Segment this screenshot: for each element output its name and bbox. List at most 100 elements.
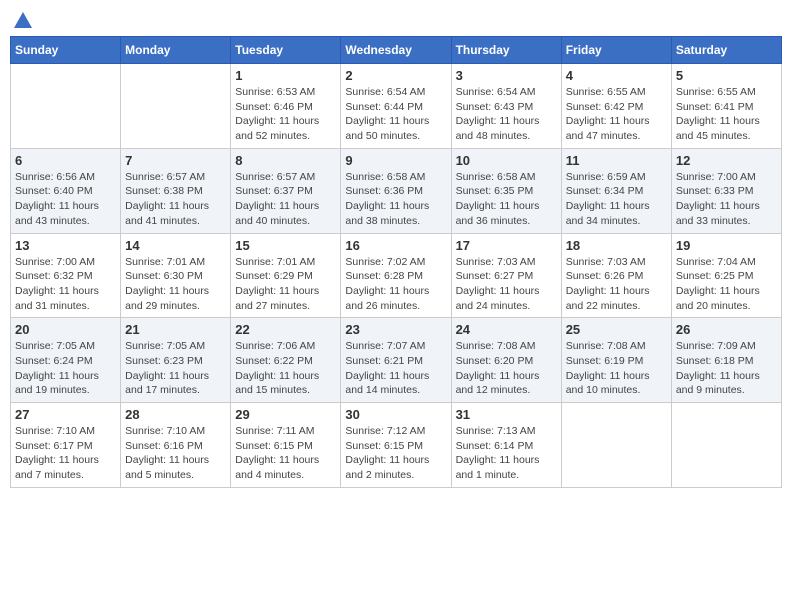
day-number: 9 xyxy=(345,153,446,168)
calendar-cell: 11 Sunrise: 6:59 AM Sunset: 6:34 PM Dayli… xyxy=(561,148,671,233)
calendar-cell: 10Sunrise: 6:58 AM Sunset: 6:35 PM Dayli… xyxy=(451,148,561,233)
calendar-cell: 1 Sunrise: 6:53 AM Sunset: 6:46 PM Daylig… xyxy=(231,64,341,149)
calendar-week-5: 27 Sunrise: 7:10 AM Sunset: 6:17 PM Dayli… xyxy=(11,403,782,488)
day-info: Sunrise: 7:00 AM Sunset: 6:32 PM Dayligh… xyxy=(15,255,116,314)
calendar-cell: 16 Sunrise: 7:02 AM Sunset: 6:28 PM Dayli… xyxy=(341,233,451,318)
day-number: 7 xyxy=(125,153,226,168)
calendar-cell: 9 Sunrise: 6:58 AM Sunset: 6:36 PM Daylig… xyxy=(341,148,451,233)
calendar-cell xyxy=(11,64,121,149)
logo xyxy=(10,10,34,28)
calendar-cell: 14 Sunrise: 7:01 AM Sunset: 6:30 PM Dayli… xyxy=(121,233,231,318)
day-info: Sunrise: 7:01 AM Sunset: 6:30 PM Dayligh… xyxy=(125,255,226,314)
day-info: Sunrise: 7:10 AM Sunset: 6:17 PM Dayligh… xyxy=(15,424,116,483)
day-info: Sunrise: 7:02 AM Sunset: 6:28 PM Dayligh… xyxy=(345,255,446,314)
calendar-cell: 17 Sunrise: 7:03 AM Sunset: 6:27 PM Dayli… xyxy=(451,233,561,318)
day-info: Sunrise: 6:57 AM Sunset: 6:37 PM Dayligh… xyxy=(235,170,336,229)
day-info: Sunrise: 6:55 AM Sunset: 6:42 PM Dayligh… xyxy=(566,85,667,144)
calendar-header-thursday: Thursday xyxy=(451,37,561,64)
day-number: 18 xyxy=(566,238,667,253)
calendar-cell: 13 Sunrise: 7:00 AM Sunset: 6:32 PM Dayli… xyxy=(11,233,121,318)
day-number: 30 xyxy=(345,407,446,422)
day-info: Sunrise: 7:13 AM Sunset: 6:14 PM Dayligh… xyxy=(456,424,557,483)
calendar-cell: 21 Sunrise: 7:05 AM Sunset: 6:23 PM Dayli… xyxy=(121,318,231,403)
day-info: Sunrise: 7:08 AM Sunset: 6:20 PM Dayligh… xyxy=(456,339,557,398)
day-info: Sunrise: 6:58 AM Sunset: 6:36 PM Dayligh… xyxy=(345,170,446,229)
calendar-cell: 15 Sunrise: 7:01 AM Sunset: 6:29 PM Dayli… xyxy=(231,233,341,318)
calendar-cell: 8 Sunrise: 6:57 AM Sunset: 6:37 PM Daylig… xyxy=(231,148,341,233)
day-info: Sunrise: 7:05 AM Sunset: 6:24 PM Dayligh… xyxy=(15,339,116,398)
day-number: 2 xyxy=(345,68,446,83)
calendar-cell: 19 Sunrise: 7:04 AM Sunset: 6:25 PM Dayli… xyxy=(671,233,781,318)
day-info: Sunrise: 7:04 AM Sunset: 6:25 PM Dayligh… xyxy=(676,255,777,314)
calendar-cell: 27 Sunrise: 7:10 AM Sunset: 6:17 PM Dayli… xyxy=(11,403,121,488)
day-number: 8 xyxy=(235,153,336,168)
day-number: 27 xyxy=(15,407,116,422)
calendar-header-sunday: Sunday xyxy=(11,37,121,64)
calendar-header-wednesday: Wednesday xyxy=(341,37,451,64)
day-number: 22 xyxy=(235,322,336,337)
calendar-cell xyxy=(561,403,671,488)
calendar-cell: 31 Sunrise: 7:13 AM Sunset: 6:14 PM Dayli… xyxy=(451,403,561,488)
day-number: 19 xyxy=(676,238,777,253)
calendar-cell: 6Sunrise: 6:56 AM Sunset: 6:40 PM Daylig… xyxy=(11,148,121,233)
calendar-cell: 7Sunrise: 6:57 AM Sunset: 6:38 PM Daylig… xyxy=(121,148,231,233)
day-info: Sunrise: 6:58 AM Sunset: 6:35 PM Dayligh… xyxy=(456,170,557,229)
calendar-cell: 22Sunrise: 7:06 AM Sunset: 6:22 PM Dayli… xyxy=(231,318,341,403)
calendar-header-monday: Monday xyxy=(121,37,231,64)
day-number: 26 xyxy=(676,322,777,337)
calendar-header-friday: Friday xyxy=(561,37,671,64)
calendar-cell: 26 Sunrise: 7:09 AM Sunset: 6:18 PM Dayli… xyxy=(671,318,781,403)
day-number: 28 xyxy=(125,407,226,422)
day-info: Sunrise: 7:01 AM Sunset: 6:29 PM Dayligh… xyxy=(235,255,336,314)
calendar-week-4: 20Sunrise: 7:05 AM Sunset: 6:24 PM Dayli… xyxy=(11,318,782,403)
day-info: Sunrise: 7:05 AM Sunset: 6:23 PM Dayligh… xyxy=(125,339,226,398)
calendar-cell xyxy=(671,403,781,488)
calendar-cell: 23 Sunrise: 7:07 AM Sunset: 6:21 PM Dayli… xyxy=(341,318,451,403)
calendar-cell: 25 Sunrise: 7:08 AM Sunset: 6:19 PM Dayli… xyxy=(561,318,671,403)
calendar-header-row: SundayMondayTuesdayWednesdayThursdayFrid… xyxy=(11,37,782,64)
day-info: Sunrise: 7:10 AM Sunset: 6:16 PM Dayligh… xyxy=(125,424,226,483)
day-number: 23 xyxy=(345,322,446,337)
day-number: 31 xyxy=(456,407,557,422)
page-header xyxy=(10,10,782,28)
calendar-cell: 4Sunrise: 6:55 AM Sunset: 6:42 PM Daylig… xyxy=(561,64,671,149)
day-info: Sunrise: 6:55 AM Sunset: 6:41 PM Dayligh… xyxy=(676,85,777,144)
day-info: Sunrise: 7:11 AM Sunset: 6:15 PM Dayligh… xyxy=(235,424,336,483)
calendar-header-tuesday: Tuesday xyxy=(231,37,341,64)
day-info: Sunrise: 7:03 AM Sunset: 6:27 PM Dayligh… xyxy=(456,255,557,314)
day-number: 6 xyxy=(15,153,116,168)
day-number: 17 xyxy=(456,238,557,253)
calendar-cell: 28 Sunrise: 7:10 AM Sunset: 6:16 PM Dayli… xyxy=(121,403,231,488)
day-number: 16 xyxy=(345,238,446,253)
day-info: Sunrise: 7:03 AM Sunset: 6:26 PM Dayligh… xyxy=(566,255,667,314)
calendar-week-3: 13 Sunrise: 7:00 AM Sunset: 6:32 PM Dayli… xyxy=(11,233,782,318)
calendar-cell: 5 Sunrise: 6:55 AM Sunset: 6:41 PM Daylig… xyxy=(671,64,781,149)
day-number: 14 xyxy=(125,238,226,253)
calendar-cell: 2 Sunrise: 6:54 AM Sunset: 6:44 PM Daylig… xyxy=(341,64,451,149)
calendar-cell: 30Sunrise: 7:12 AM Sunset: 6:15 PM Dayli… xyxy=(341,403,451,488)
day-info: Sunrise: 6:53 AM Sunset: 6:46 PM Dayligh… xyxy=(235,85,336,144)
day-info: Sunrise: 7:09 AM Sunset: 6:18 PM Dayligh… xyxy=(676,339,777,398)
logo-icon xyxy=(12,10,34,32)
day-info: Sunrise: 7:07 AM Sunset: 6:21 PM Dayligh… xyxy=(345,339,446,398)
calendar-cell: 18 Sunrise: 7:03 AM Sunset: 6:26 PM Dayli… xyxy=(561,233,671,318)
calendar-header-saturday: Saturday xyxy=(671,37,781,64)
day-info: Sunrise: 6:59 AM Sunset: 6:34 PM Dayligh… xyxy=(566,170,667,229)
day-info: Sunrise: 6:54 AM Sunset: 6:43 PM Dayligh… xyxy=(456,85,557,144)
calendar-cell: 20Sunrise: 7:05 AM Sunset: 6:24 PM Dayli… xyxy=(11,318,121,403)
day-info: Sunrise: 7:08 AM Sunset: 6:19 PM Dayligh… xyxy=(566,339,667,398)
calendar-cell: 12Sunrise: 7:00 AM Sunset: 6:33 PM Dayli… xyxy=(671,148,781,233)
day-number: 1 xyxy=(235,68,336,83)
day-number: 5 xyxy=(676,68,777,83)
day-number: 15 xyxy=(235,238,336,253)
calendar-table: SundayMondayTuesdayWednesdayThursdayFrid… xyxy=(10,36,782,488)
day-number: 3 xyxy=(456,68,557,83)
day-number: 25 xyxy=(566,322,667,337)
calendar-cell: 3 Sunrise: 6:54 AM Sunset: 6:43 PM Daylig… xyxy=(451,64,561,149)
day-number: 11 xyxy=(566,153,667,168)
day-info: Sunrise: 6:54 AM Sunset: 6:44 PM Dayligh… xyxy=(345,85,446,144)
day-number: 21 xyxy=(125,322,226,337)
calendar-week-1: 1 Sunrise: 6:53 AM Sunset: 6:46 PM Daylig… xyxy=(11,64,782,149)
day-number: 13 xyxy=(15,238,116,253)
calendar-cell xyxy=(121,64,231,149)
